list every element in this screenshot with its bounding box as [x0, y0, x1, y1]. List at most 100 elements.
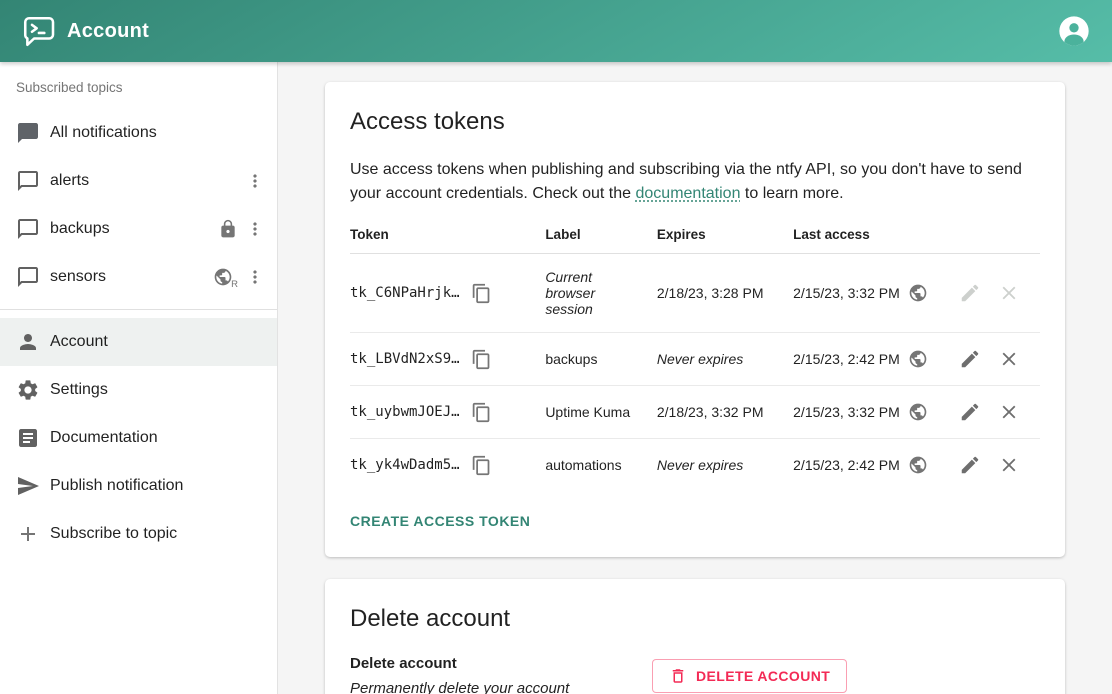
- documentation-link[interactable]: documentation: [636, 185, 741, 202]
- sidebar-item-label: Documentation: [50, 429, 265, 447]
- globe-icon: [908, 402, 928, 422]
- sidebar-item-account[interactable]: Account: [0, 318, 277, 366]
- article-icon: [16, 426, 40, 450]
- copy-icon[interactable]: [471, 402, 492, 423]
- sidebar-item-documentation[interactable]: Documentation: [0, 414, 277, 462]
- access-tokens-card: Access tokens Use access tokens when pub…: [325, 82, 1065, 557]
- more-vert-icon: [245, 267, 265, 287]
- sidebar-item-subscribe-to-topic[interactable]: Subscribe to topic: [0, 510, 277, 558]
- sidebar-item-label: Publish notification: [50, 477, 265, 495]
- copy-icon[interactable]: [471, 349, 492, 370]
- token-expires: Never expires: [657, 351, 743, 367]
- close-icon: [998, 282, 1020, 304]
- table-row: tk_LBVdN2xS9… backups Never expires 2/15…: [350, 333, 1040, 386]
- sidebar-item-label: alerts: [50, 172, 245, 190]
- account-circle-icon: [1058, 15, 1090, 47]
- edit-icon[interactable]: [959, 401, 981, 423]
- edit-icon[interactable]: [959, 454, 981, 476]
- sidebar-item-settings[interactable]: Settings: [0, 366, 277, 414]
- token-last-access: 2/15/23, 3:32 PM: [793, 285, 900, 301]
- delete-account-button[interactable]: DELETE ACCOUNT: [652, 659, 847, 693]
- sidebar-item-publish-notification[interactable]: Publish notification: [0, 462, 277, 510]
- access-tokens-title: Access tokens: [350, 108, 1040, 136]
- sidebar: Subscribed topics All notifications aler…: [0, 62, 278, 694]
- close-icon[interactable]: [998, 348, 1020, 370]
- delete-account-item-subtitle: Permanently delete your account: [350, 680, 652, 694]
- token-value: tk_uybwmJOEJ…: [350, 404, 460, 420]
- table-row: tk_uybwmJOEJ… Uptime Kuma 2/18/23, 3:32 …: [350, 386, 1040, 439]
- gear-icon: [16, 378, 40, 402]
- column-expires: Expires: [657, 217, 793, 254]
- topic-menu-button[interactable]: [245, 267, 265, 287]
- topic-menu-button[interactable]: [245, 219, 265, 239]
- sidebar-item-label: sensors: [50, 268, 213, 286]
- token-last-access: 2/15/23, 3:32 PM: [793, 404, 900, 420]
- access-tokens-table: Token Label Expires Last access tk_C6NPa…: [350, 217, 1040, 491]
- trash-icon: [669, 667, 687, 685]
- edit-icon[interactable]: [959, 348, 981, 370]
- token-value: tk_C6NPaHrjk…: [350, 285, 460, 301]
- access-tokens-description: Use access tokens when publishing and su…: [350, 158, 1040, 205]
- edit-icon: [959, 282, 981, 304]
- column-token: Token: [350, 217, 545, 254]
- close-icon[interactable]: [998, 401, 1020, 423]
- lock-icon: [218, 219, 238, 239]
- chat-bubble-outline-icon: [16, 265, 40, 289]
- reserved-read-marker: R: [231, 279, 238, 290]
- sidebar-item-label: Account: [50, 333, 265, 351]
- chat-bubble-outline-icon: [16, 169, 40, 193]
- delete-account-row: Delete account Permanently delete your a…: [350, 655, 1040, 694]
- table-header-row: Token Label Expires Last access: [350, 217, 1040, 254]
- topic-menu-button[interactable]: [245, 171, 265, 191]
- delete-account-item-title: Delete account: [350, 655, 652, 672]
- ntfy-logo-icon: [20, 13, 56, 49]
- token-last-access: 2/15/23, 2:42 PM: [793, 351, 900, 367]
- sidebar-item-label: Subscribe to topic: [50, 525, 265, 543]
- column-actions: [959, 217, 1040, 254]
- person-icon: [16, 330, 40, 354]
- plus-icon: [16, 522, 40, 546]
- sidebar-item-sensors[interactable]: sensors R: [0, 253, 277, 301]
- main-content: Access tokens Use access tokens when pub…: [278, 62, 1112, 694]
- account-menu-button[interactable]: [1058, 15, 1090, 47]
- more-vert-icon: [245, 219, 265, 239]
- token-last-access: 2/15/23, 2:42 PM: [793, 457, 900, 473]
- description-text: to learn more.: [740, 185, 843, 202]
- sidebar-item-alerts[interactable]: alerts: [0, 157, 277, 205]
- sidebar-item-label: Settings: [50, 381, 265, 399]
- sidebar-divider: [0, 309, 277, 310]
- token-label: Current browser session: [545, 269, 641, 317]
- copy-icon[interactable]: [471, 455, 492, 476]
- more-vert-icon: [245, 171, 265, 191]
- delete-account-button-label: DELETE ACCOUNT: [696, 668, 830, 684]
- sidebar-item-label: All notifications: [50, 124, 265, 142]
- table-row: tk_C6NPaHrjk… Current browser session 2/…: [350, 254, 1040, 333]
- sidebar-item-backups[interactable]: backups: [0, 205, 277, 253]
- sidebar-item-all-notifications[interactable]: All notifications: [0, 109, 277, 157]
- delete-account-title: Delete account: [350, 605, 1040, 633]
- globe-reserved-icon: R: [213, 267, 238, 287]
- chat-bubble-outline-icon: [16, 217, 40, 241]
- app-bar: Account: [0, 0, 1112, 62]
- subscribed-topics-label: Subscribed topics: [0, 80, 277, 95]
- chat-bubble-filled-icon: [16, 121, 40, 145]
- globe-icon: [908, 455, 928, 475]
- token-expires: 2/18/23, 3:32 PM: [657, 404, 764, 420]
- token-label: automations: [545, 457, 641, 473]
- token-value: tk_yk4wDadm5…: [350, 457, 460, 473]
- column-last-access: Last access: [793, 217, 959, 254]
- globe-icon: [908, 283, 928, 303]
- close-icon[interactable]: [998, 454, 1020, 476]
- token-expires: Never expires: [657, 457, 743, 473]
- token-label: backups: [545, 351, 641, 367]
- globe-icon: [908, 349, 928, 369]
- sidebar-item-label: backups: [50, 220, 218, 238]
- column-label: Label: [545, 217, 657, 254]
- copy-icon[interactable]: [471, 283, 492, 304]
- token-expires: 2/18/23, 3:28 PM: [657, 285, 764, 301]
- table-row: tk_yk4wDadm5… automations Never expires …: [350, 439, 1040, 492]
- token-label: Uptime Kuma: [545, 404, 641, 420]
- token-value: tk_LBVdN2xS9…: [350, 351, 460, 367]
- send-icon: [16, 474, 40, 498]
- create-access-token-button[interactable]: CREATE ACCESS TOKEN: [350, 507, 538, 535]
